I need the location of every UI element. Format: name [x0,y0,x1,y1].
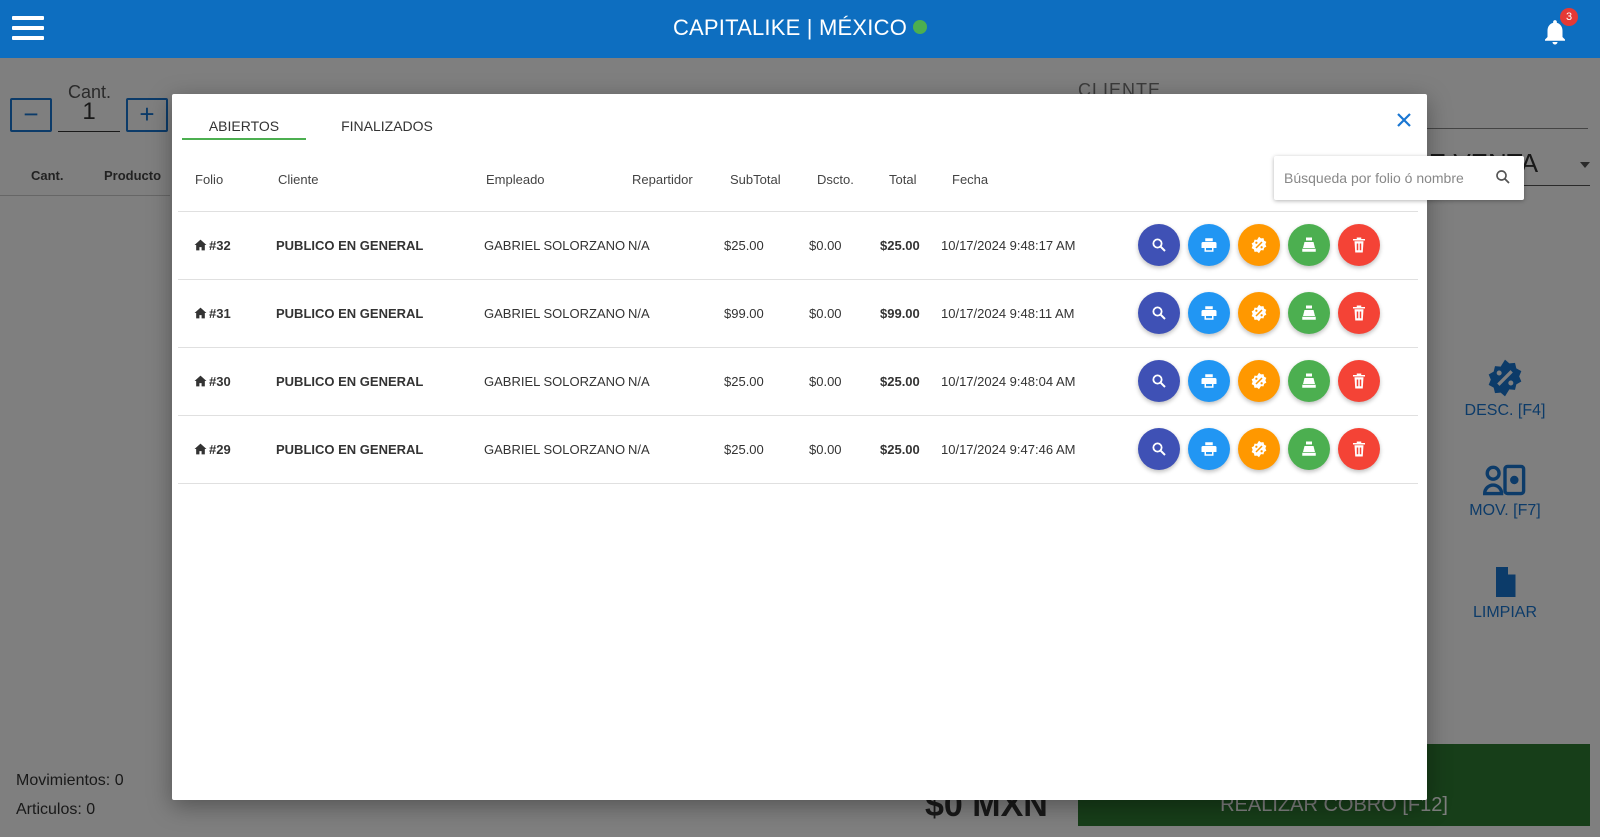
cell-total: $25.00 [880,442,920,457]
orders-table-header: Folio Cliente Empleado Repartidor SubTot… [178,152,1418,212]
app-title: CAPITALIKE | MÉXICO [0,15,1600,41]
cell-folio: #32 [194,238,231,253]
charge-order-button[interactable] [1288,360,1330,402]
delete-order-button[interactable] [1338,292,1380,334]
col-total: Total [889,172,917,187]
cell-empleado: GABRIEL SOLORZANO [484,306,626,321]
app-title-text: CAPITALIKE | MÉXICO [672,15,908,40]
delete-order-button[interactable] [1338,224,1380,266]
col-empleado: Empleado [486,172,545,187]
cell-repartidor: N/A [628,238,650,253]
cell-repartidor: N/A [628,306,650,321]
search-box [1274,156,1524,200]
col-cliente: Cliente [278,172,319,187]
cell-fecha: 10/17/2024 9:47:46 AM [941,442,1076,457]
cell-cliente: PUBLICO EN GENERAL [276,374,424,389]
folio-text: #30 [209,374,231,389]
view-order-button[interactable] [1138,428,1180,470]
search-icon[interactable] [1494,168,1512,191]
charge-order-button[interactable] [1288,428,1330,470]
col-fecha: Fecha [952,172,989,187]
cell-empleado: GABRIEL SOLORZANO [484,374,626,389]
home-icon [194,238,209,253]
print-order-button[interactable] [1188,360,1230,402]
open-orders-dialog: ABIERTOS FINALIZADOS Folio Cliente Emple… [172,94,1524,800]
view-order-button[interactable] [1138,224,1180,266]
folio-text: #31 [209,306,231,321]
close-icon[interactable] [1394,110,1414,130]
cell-folio: #31 [194,306,231,321]
view-order-button[interactable] [1138,360,1180,402]
cell-cliente: PUBLICO EN GENERAL [276,442,424,457]
table-row: #31 PUBLICO EN GENERAL GABRIEL SOLORZANO N/… [178,280,1418,348]
table-row: #32 PUBLICO EN GENERAL GABRIEL SOLORZANO N/… [178,212,1418,280]
cell-repartidor: N/A [628,374,650,389]
print-order-button[interactable] [1188,224,1230,266]
table-row: #30 PUBLICO EN GENERAL GABRIEL SOLORZANO N/… [178,348,1418,416]
notification-count-badge: 3 [1560,8,1578,26]
cell-subtotal: $25.00 [724,442,764,457]
col-repartidor: Repartidor [632,172,693,187]
online-status-icon [913,20,928,34]
cell-total: $99.00 [880,306,920,321]
view-order-button[interactable] [1138,292,1180,334]
cell-dscto: $0.00 [809,306,842,321]
cell-total: $25.00 [880,374,920,389]
charge-order-button[interactable] [1288,224,1330,266]
folio-text: #29 [209,442,231,457]
delete-order-button[interactable] [1338,428,1380,470]
cell-repartidor: N/A [628,442,650,457]
discount-order-button[interactable] [1238,224,1280,266]
col-folio: Folio [195,172,224,187]
cell-empleado: GABRIEL SOLORZANO [484,442,626,457]
charge-order-button[interactable] [1288,292,1330,334]
notifications-button[interactable]: 3 [1540,8,1578,48]
home-icon [194,306,209,321]
delete-order-button[interactable] [1338,360,1380,402]
home-icon [194,374,209,389]
print-order-button[interactable] [1188,428,1230,470]
cell-dscto: $0.00 [809,442,842,457]
tab-abiertos[interactable]: ABIERTOS [182,110,306,140]
top-app-bar: CAPITALIKE | MÉXICO 3 [0,0,1600,58]
cell-folio: #29 [194,442,231,457]
cell-fecha: 10/17/2024 9:48:11 AM [941,306,1075,321]
cell-fecha: 10/17/2024 9:48:04 AM [941,374,1076,389]
cell-subtotal: $25.00 [724,238,764,253]
discount-order-button[interactable] [1238,292,1280,334]
search-input[interactable] [1284,166,1484,190]
home-icon [194,442,209,457]
cell-folio: #30 [194,374,231,389]
tab-finalizados[interactable]: FINALIZADOS [332,110,442,140]
cell-dscto: $0.00 [809,374,842,389]
cell-subtotal: $25.00 [724,374,764,389]
cell-cliente: PUBLICO EN GENERAL [276,238,424,253]
discount-order-button[interactable] [1238,360,1280,402]
cell-fecha: 10/17/2024 9:48:17 AM [941,238,1076,253]
print-order-button[interactable] [1188,292,1230,334]
col-dscto: Dscto. [817,172,854,187]
cell-cliente: PUBLICO EN GENERAL [276,306,424,321]
col-subtotal: SubTotal [730,172,781,187]
table-row: #29 PUBLICO EN GENERAL GABRIEL SOLORZANO N/… [178,416,1418,484]
cell-subtotal: $99.00 [724,306,764,321]
folio-text: #32 [209,238,231,253]
discount-order-button[interactable] [1238,428,1280,470]
cell-dscto: $0.00 [809,238,842,253]
cell-total: $25.00 [880,238,920,253]
cell-empleado: GABRIEL SOLORZANO [484,238,626,253]
